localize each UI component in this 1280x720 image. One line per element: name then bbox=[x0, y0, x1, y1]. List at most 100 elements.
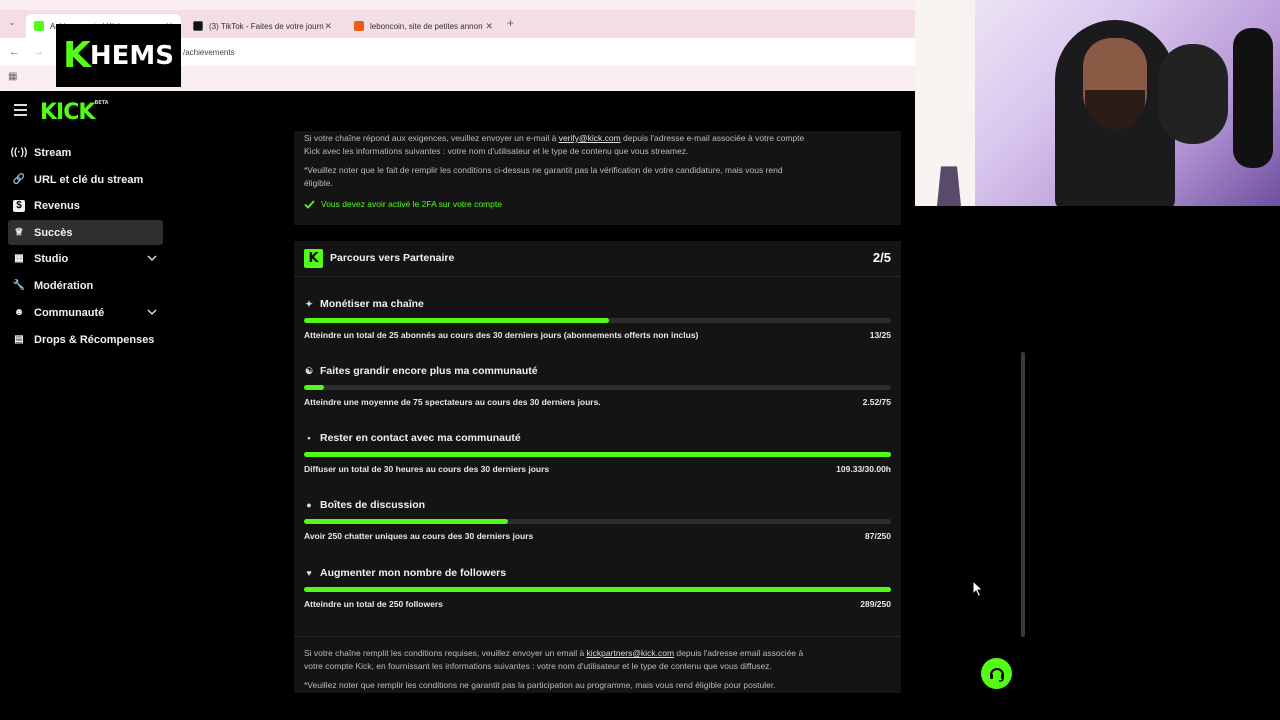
tab-leboncoin[interactable]: leboncoin, site de petites annon ✕ bbox=[346, 14, 501, 38]
bottom-bar bbox=[0, 693, 1280, 720]
achievement-item: • Rester en contact avec ma communauté Di… bbox=[304, 432, 891, 480]
leboncoin-favicon-icon bbox=[354, 21, 364, 31]
heart-icon: ♥ bbox=[306, 568, 312, 578]
kick-logo[interactable]: KICKBETA bbox=[40, 100, 109, 125]
broadcast-small-icon: • bbox=[307, 433, 311, 443]
studio-icon: ▦ bbox=[14, 253, 24, 264]
right-empty-area bbox=[1025, 206, 1280, 693]
achievement-item: ✦ Monétiser ma chaîne Atteindre un total … bbox=[304, 298, 891, 346]
achievement-value: 109.33/30.00h bbox=[836, 464, 891, 474]
tab-list-chevron-icon[interactable]: ⌄ bbox=[8, 17, 16, 28]
screen: ⌄ Achievements | Kick ✕ (3) TikTok - Fai… bbox=[0, 0, 1280, 720]
text-segment: depuis l'adresse email associée à bbox=[674, 648, 804, 658]
divider bbox=[294, 636, 901, 637]
progress-track bbox=[304, 452, 891, 457]
text-segment: Si votre chaîne remplit les conditions r… bbox=[304, 648, 587, 658]
trophy-icon: ♕ bbox=[14, 227, 24, 238]
sidebar-item-stream-key[interactable]: 🔗 URL et clé du stream bbox=[8, 167, 163, 192]
sidebar-item-stream[interactable]: ((·)) Stream bbox=[8, 140, 163, 165]
achievement-value: 13/25 bbox=[869, 330, 891, 340]
achievement-description: Diffuser un total de 30 heures au cours … bbox=[304, 464, 550, 474]
achievement-title: Rester en contact avec ma communauté bbox=[320, 432, 521, 444]
divider bbox=[294, 276, 901, 277]
achievement-item: ● Boîtes de discussion Avoir 250 chatter … bbox=[304, 499, 891, 547]
achievement-description: Atteindre un total de 25 abonnés au cour… bbox=[304, 330, 699, 340]
sidebar-item-label: Revenus bbox=[34, 199, 80, 212]
dollar-icon: $ bbox=[13, 199, 25, 212]
partner-footer-line1: Si votre chaîne remplit les conditions r… bbox=[304, 647, 803, 660]
scrollbar-thumb[interactable] bbox=[1021, 352, 1025, 637]
close-tab-icon[interactable]: ✕ bbox=[485, 21, 493, 32]
sidebar-item-communaute[interactable]: ☻ Communauté bbox=[8, 300, 163, 325]
partner-footer-line2: votre compte Kick, en fournissant les in… bbox=[304, 661, 772, 671]
gift-icon: ▤ bbox=[14, 334, 24, 345]
verify-email-link[interactable]: verify@kick.com bbox=[559, 133, 621, 143]
progress-fill bbox=[304, 318, 610, 323]
progress-fill bbox=[304, 452, 891, 457]
requirement-2fa: Vous devez avoir activé le 2FA sur votre… bbox=[304, 199, 502, 209]
hamburger-menu-icon[interactable] bbox=[14, 104, 27, 116]
achievement-description: Avoir 250 chatter uniques au cours des 3… bbox=[304, 531, 534, 541]
chevron-down-icon[interactable] bbox=[147, 253, 157, 263]
sidebar-item-moderation[interactable]: 🔧 Modération bbox=[8, 273, 163, 298]
new-tab-button[interactable]: + bbox=[507, 16, 514, 30]
verification-note-line2: éligible. bbox=[304, 178, 333, 188]
sparkle-icon: ✦ bbox=[305, 298, 313, 309]
achievement-item: ♥ Augmenter mon nombre de followers Attei… bbox=[304, 567, 891, 615]
requirement-text: Vous devez avoir activé le 2FA sur votre… bbox=[321, 199, 502, 209]
achievement-description: Atteindre une moyenne de 75 spectateurs … bbox=[304, 397, 601, 407]
chevron-down-icon[interactable] bbox=[147, 307, 157, 317]
achievement-description: Atteindre un total de 250 followers bbox=[304, 599, 443, 609]
progress-fill bbox=[304, 385, 324, 390]
close-tab-icon[interactable]: ✕ bbox=[324, 21, 332, 32]
tab-label: (3) TikTok - Faites de votre journ bbox=[209, 21, 324, 31]
sidebar-item-label: Modération bbox=[34, 279, 94, 292]
sidebar-item-label: URL et clé du stream bbox=[34, 173, 144, 186]
partner-score: 2/5 bbox=[872, 250, 891, 265]
partner-title: Parcours vers Partenaire bbox=[330, 252, 455, 264]
progress-track bbox=[304, 385, 891, 390]
check-icon bbox=[304, 199, 315, 209]
tab-tiktok[interactable]: (3) TikTok - Faites de votre journ ✕ bbox=[185, 14, 340, 38]
tiktok-favicon-icon bbox=[193, 21, 203, 31]
sidebar-item-succes[interactable]: ♕ Succès bbox=[8, 220, 163, 245]
sidebar-item-studio[interactable]: ▦ Studio bbox=[8, 246, 163, 271]
chat-icon: ● bbox=[306, 500, 312, 510]
partner-email-link[interactable]: kickpartners@kick.com bbox=[587, 648, 675, 658]
back-arrow-icon[interactable]: ← bbox=[9, 46, 20, 58]
tab-label: leboncoin, site de petites annon bbox=[370, 21, 483, 31]
sidebar-item-label: Communauté bbox=[34, 306, 105, 319]
achievement-value: 2.52/75 bbox=[862, 397, 891, 407]
progress-track bbox=[304, 318, 891, 323]
progress-track bbox=[304, 519, 891, 524]
sidebar-item-revenus[interactable]: $ Revenus bbox=[8, 193, 163, 218]
sidebar-item-drops[interactable]: ▤ Drops & Récompenses bbox=[8, 327, 163, 352]
verification-note-line1: *Veuillez noter que le fait de remplir l… bbox=[304, 165, 783, 175]
apps-grid-icon[interactable]: ▦ bbox=[8, 71, 17, 82]
forward-arrow-icon[interactable]: → bbox=[33, 46, 44, 58]
headset-icon bbox=[989, 667, 1004, 682]
webcam-pop-filter bbox=[1158, 44, 1228, 144]
webcam-microphone bbox=[1233, 28, 1273, 168]
progress-fill bbox=[304, 519, 509, 524]
text-segment: depuis l'adresse e-mail associée à votre… bbox=[620, 133, 805, 143]
achievement-item: ☯ Faites grandir encore plus ma communaut… bbox=[304, 365, 891, 413]
progress-fill bbox=[304, 587, 891, 592]
support-chat-button[interactable] bbox=[981, 658, 1012, 689]
sidebar-item-label: Succès bbox=[34, 226, 73, 239]
text-segment: Si votre chaîne répond aux exigences, ve… bbox=[304, 133, 559, 143]
link-icon: 🔗 bbox=[12, 174, 26, 185]
url-text[interactable]: /achievements bbox=[183, 48, 235, 57]
mouse-cursor-icon bbox=[972, 580, 984, 598]
sidebar-item-label: Stream bbox=[34, 146, 72, 159]
kick-header bbox=[0, 91, 915, 131]
streamer-logo-overlay: K HEMS bbox=[56, 24, 181, 87]
verification-text-line2: Kick avec les informations suivantes : v… bbox=[304, 146, 689, 156]
kick-logo-text: KICK bbox=[40, 100, 95, 125]
logo-k: K bbox=[62, 35, 91, 76]
achievement-value: 289/250 bbox=[860, 599, 891, 609]
logo-text: HEMS bbox=[89, 40, 175, 71]
achievement-title: Augmenter mon nombre de followers bbox=[320, 567, 507, 579]
group-icon: ☯ bbox=[304, 365, 314, 376]
kick-favicon-icon bbox=[34, 21, 44, 31]
